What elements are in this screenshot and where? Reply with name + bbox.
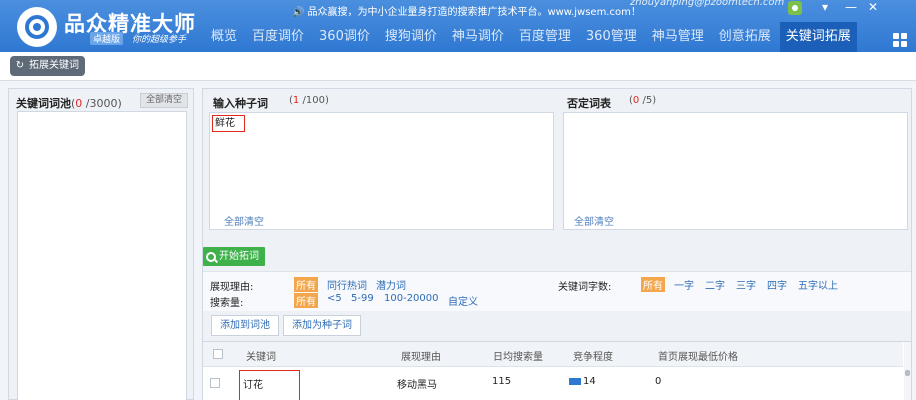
tab-keyword-expand[interactable]: 关键词拓展	[779, 22, 857, 52]
reason-option-all[interactable]: 所有	[294, 277, 318, 292]
length-option-all[interactable]: 所有	[641, 277, 665, 292]
close-button[interactable]: ✕	[862, 0, 884, 16]
competition-bar	[569, 378, 581, 385]
seed-count-max: /100	[302, 95, 325, 106]
seed-count-value: 1	[292, 95, 300, 106]
tab-overview[interactable]: 概览	[205, 22, 243, 52]
clear-pool-button[interactable]: 全部清空	[140, 93, 188, 108]
tab-creative-expand[interactable]: 创意拓展	[713, 22, 777, 52]
seed-keywords-textarea[interactable]: 鲜花 全部清空	[209, 112, 554, 230]
keyword-pool-panel: 关键词词池(0 /3000) 全部清空	[8, 88, 194, 400]
table-row[interactable]: 订花 移动黑马 115 14 0	[203, 369, 903, 400]
speaker-icon: 🔊	[292, 7, 305, 18]
volume-option-lt5[interactable]: <5	[327, 293, 342, 304]
tab-baidu-manage[interactable]: 百度管理	[513, 22, 577, 52]
apps-grid-icon[interactable]	[893, 33, 907, 47]
length-option-3[interactable]: 三字	[736, 277, 756, 292]
volume-option-100-20000[interactable]: 100-20000	[384, 293, 439, 304]
length-option-1[interactable]: 一字	[674, 277, 694, 292]
scrollbar-thumb[interactable]	[905, 370, 910, 376]
table-header: 关键词 展现理由 日均搜索量 竞争程度 首页展现最低价格	[203, 342, 903, 367]
row-reason: 移动黑马	[397, 380, 437, 391]
reason-option-potential[interactable]: 潜力词	[376, 277, 406, 292]
toolbar: ↻ 拓展关键词	[0, 52, 916, 81]
select-all-checkbox[interactable]	[213, 349, 223, 359]
title-bar: 品众精准大师 卓越版 你的超级参手 🔊 品众赢搜，为中小企业量身打造的搜索推广技术…	[0, 0, 916, 52]
add-as-seed-button[interactable]: 添加为种子词	[283, 315, 361, 336]
row-volume: 115	[492, 376, 512, 387]
expand-main-panel: 输入种子词 (1 /100) 鲜花 全部清空 否定词表 (0 /5) 全部清空 …	[202, 88, 912, 400]
row-competition: 14	[583, 376, 596, 387]
seed-keywords-label: 输入种子词	[213, 97, 268, 110]
dropdown-menu-button[interactable]: ▾	[814, 0, 836, 16]
seed-keyword-entry[interactable]: 鲜花	[212, 115, 245, 132]
length-option-4[interactable]: 四字	[767, 277, 787, 292]
filter-panel: 展现理由: 所有 同行热词 潜力词 搜索量: 所有 <5 5-99 100-20…	[203, 271, 911, 311]
app-slogan: 你的超级参手	[132, 35, 187, 45]
start-expand-label: 开始拓词	[219, 251, 259, 262]
keyword-pool-label: 关键词词池	[16, 97, 71, 110]
row-min-price: 0	[655, 376, 662, 387]
refresh-icon: ↻	[15, 60, 25, 71]
tab-shenma-manage[interactable]: 神马管理	[646, 22, 710, 52]
row-keyword: 订花	[243, 380, 263, 391]
negative-words-label: 否定词表	[567, 97, 611, 110]
clear-seed-link[interactable]: 全部清空	[224, 213, 264, 228]
search-volume-label: 搜索量:	[210, 298, 244, 309]
minimize-button[interactable]: —	[840, 0, 862, 16]
search-icon	[206, 251, 216, 262]
expand-keywords-button[interactable]: ↻ 拓展关键词	[10, 56, 85, 76]
volume-option-5-99[interactable]: 5-99	[351, 293, 374, 304]
reason-option-peer-hot[interactable]: 同行热词	[327, 277, 367, 292]
edition-badge: 卓越版	[90, 32, 124, 45]
announcement-text: 品众赢搜，为中小企业量身打造的搜索推广技术平台。www.jwsem.com！	[307, 7, 641, 18]
main-nav: 概览 百度调价 360调价 搜狗调价 神马调价 百度管理 360管理 神马管理 …	[205, 22, 860, 52]
keyword-pool-list[interactable]	[17, 111, 187, 400]
length-option-2[interactable]: 二字	[705, 277, 725, 292]
keyword-length-label: 关键词字数:	[558, 282, 612, 293]
negative-words-textarea[interactable]: 全部清空	[563, 112, 908, 230]
keyword-results-table: 关键词 展现理由 日均搜索量 竞争程度 首页展现最低价格 订花 移动黑马 115…	[203, 341, 911, 400]
clear-negative-link[interactable]: 全部清空	[574, 213, 614, 228]
start-expand-button[interactable]: 开始拓词	[203, 247, 265, 266]
tab-360-bidding[interactable]: 360调价	[313, 22, 376, 52]
col-competition[interactable]: 竞争程度	[573, 348, 613, 363]
negative-count-value: 0	[632, 95, 640, 106]
reason-filter-label: 展现理由:	[210, 282, 254, 293]
col-keyword[interactable]: 关键词	[246, 348, 276, 363]
table-scrollbar[interactable]	[904, 342, 911, 400]
negative-count-max: /5	[642, 95, 653, 106]
volume-option-custom[interactable]: 自定义	[448, 293, 478, 308]
add-to-pool-button[interactable]: 添加到词池	[211, 315, 279, 336]
seed-keywords-count: (1 /100)	[289, 95, 329, 106]
tab-shenma-bidding[interactable]: 神马调价	[446, 22, 510, 52]
tab-sogou-bidding[interactable]: 搜狗调价	[379, 22, 443, 52]
tab-360-manage[interactable]: 360管理	[580, 22, 643, 52]
row-checkbox[interactable]	[210, 378, 220, 388]
col-reason[interactable]: 展现理由	[401, 348, 441, 363]
security-shield-icon[interactable]	[788, 1, 802, 15]
keyword-pool-title: 关键词词池(0 /3000)	[16, 97, 122, 110]
announcement[interactable]: 🔊 品众赢搜，为中小企业量身打造的搜索推广技术平台。www.jwsem.com！	[292, 3, 641, 18]
volume-option-all[interactable]: 所有	[294, 293, 318, 308]
keyword-pool-max: /3000	[85, 97, 118, 110]
length-option-5plus[interactable]: 五字以上	[798, 277, 838, 292]
expand-keywords-label: 拓展关键词	[29, 60, 79, 71]
app-logo-icon	[17, 7, 57, 47]
negative-words-count: (0 /5)	[629, 95, 657, 106]
user-account[interactable]: zhouyanping@pzoomtech.com	[630, 0, 784, 8]
tab-baidu-bidding[interactable]: 百度调价	[246, 22, 310, 52]
col-daily-volume[interactable]: 日均搜索量	[493, 348, 543, 363]
col-min-price[interactable]: 首页展现最低价格	[658, 348, 738, 363]
